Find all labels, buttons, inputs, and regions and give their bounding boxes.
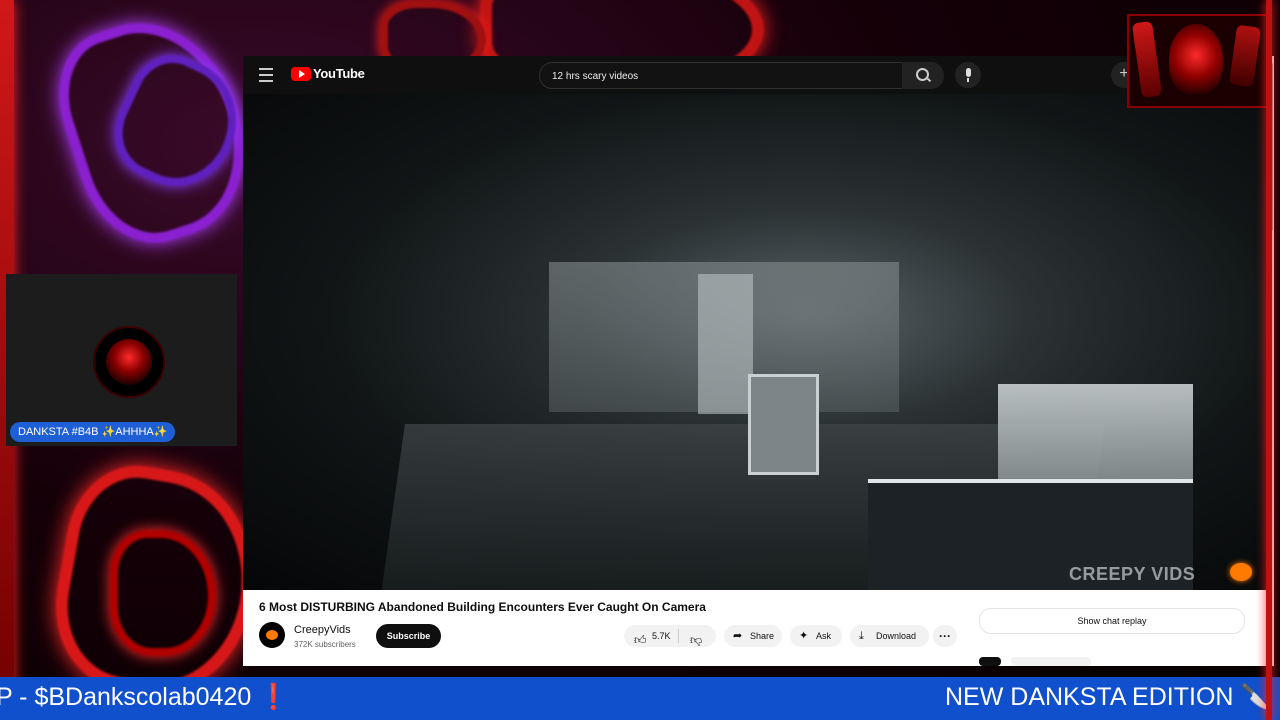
ask-button[interactable]: ✦ Ask: [790, 625, 842, 647]
youtube-window: YouTube + CREEPY VIDS 6 Most DISTURBING …: [243, 56, 1266, 666]
mic-icon[interactable]: [955, 62, 981, 88]
chip[interactable]: [1011, 657, 1091, 666]
search-input[interactable]: [550, 63, 884, 90]
video-info-panel: 6 Most DISTURBING Abandoned Building Enc…: [243, 590, 1266, 666]
show-chat-replay-button[interactable]: Show chat replay: [979, 608, 1245, 634]
like-dislike-group: 👍︎ 5.7K 👎︎: [624, 625, 716, 647]
like-divider: [678, 629, 679, 643]
download-button[interactable]: ⤓ Download: [850, 625, 929, 647]
video-title: 6 Most DISTURBING Abandoned Building Enc…: [259, 600, 706, 614]
download-label: Download: [876, 631, 917, 641]
subscribe-button[interactable]: Subscribe: [376, 624, 441, 648]
stream-background: DANKSTA #B4B ✨AHHHA✨ YouTube + CREEPY VI…: [0, 0, 1280, 720]
logo-lettering-right: [1228, 24, 1262, 88]
video-player[interactable]: CREEPY VIDS: [243, 94, 1266, 590]
ticker-text-left: P - $BDankscolab0420 ❗: [0, 683, 290, 711]
subscriber-count: 372K subscribers: [294, 640, 356, 649]
more-icon[interactable]: ···: [933, 625, 957, 647]
pumpkin-icon: [1230, 563, 1252, 581]
ticker-bar: P - $BDankscolab0420 ❗ NEW DANKSTA EDITI…: [0, 677, 1280, 720]
page-scrollbar[interactable]: [1266, 56, 1274, 666]
neon-graffiti-red-inner: [110, 530, 216, 656]
webcam-overlay: DANKSTA #B4B ✨AHHHA✨: [6, 274, 237, 446]
channel-avatar[interactable]: [259, 622, 285, 648]
youtube-logo-text[interactable]: YouTube: [313, 66, 365, 81]
share-button[interactable]: ➦ Share: [724, 625, 782, 647]
ask-label: Ask: [816, 631, 832, 641]
channel-name[interactable]: CreepyVids: [294, 624, 351, 636]
thumbs-up-icon[interactable]: 👍︎: [634, 629, 647, 651]
logo-character: [1169, 24, 1223, 94]
youtube-topbar: YouTube +: [243, 56, 1266, 94]
recommendation-chips: [979, 657, 1266, 666]
channel-watermark: CREEPY VIDS: [1069, 564, 1196, 584]
share-icon: ➦: [733, 630, 743, 642]
scene-cabinet: [748, 374, 819, 475]
share-label: Share: [750, 631, 775, 641]
logo-lettering-left: [1131, 20, 1163, 99]
download-icon: ⤓: [859, 630, 864, 642]
chip-active[interactable]: [979, 657, 1001, 666]
search-button[interactable]: [902, 62, 944, 89]
like-count[interactable]: 5.7K: [652, 625, 671, 647]
danksta-logo: [1127, 14, 1269, 108]
webcam-label: DANKSTA #B4B ✨AHHHA✨: [10, 422, 176, 442]
youtube-logo-icon[interactable]: [291, 67, 311, 81]
ticker-text-right: NEW DANKSTA EDITION 🔪: [945, 683, 1272, 711]
streamer-avatar: [93, 326, 165, 398]
scene-door: [698, 274, 753, 414]
search-box[interactable]: [539, 62, 903, 90]
ask-sparkle-icon: ✦: [799, 630, 809, 642]
menu-icon[interactable]: [259, 68, 273, 82]
scrollbar-thumb[interactable]: [1267, 62, 1273, 232]
thumbs-down-icon[interactable]: 👎︎: [690, 629, 702, 651]
search-icon: [916, 68, 929, 81]
